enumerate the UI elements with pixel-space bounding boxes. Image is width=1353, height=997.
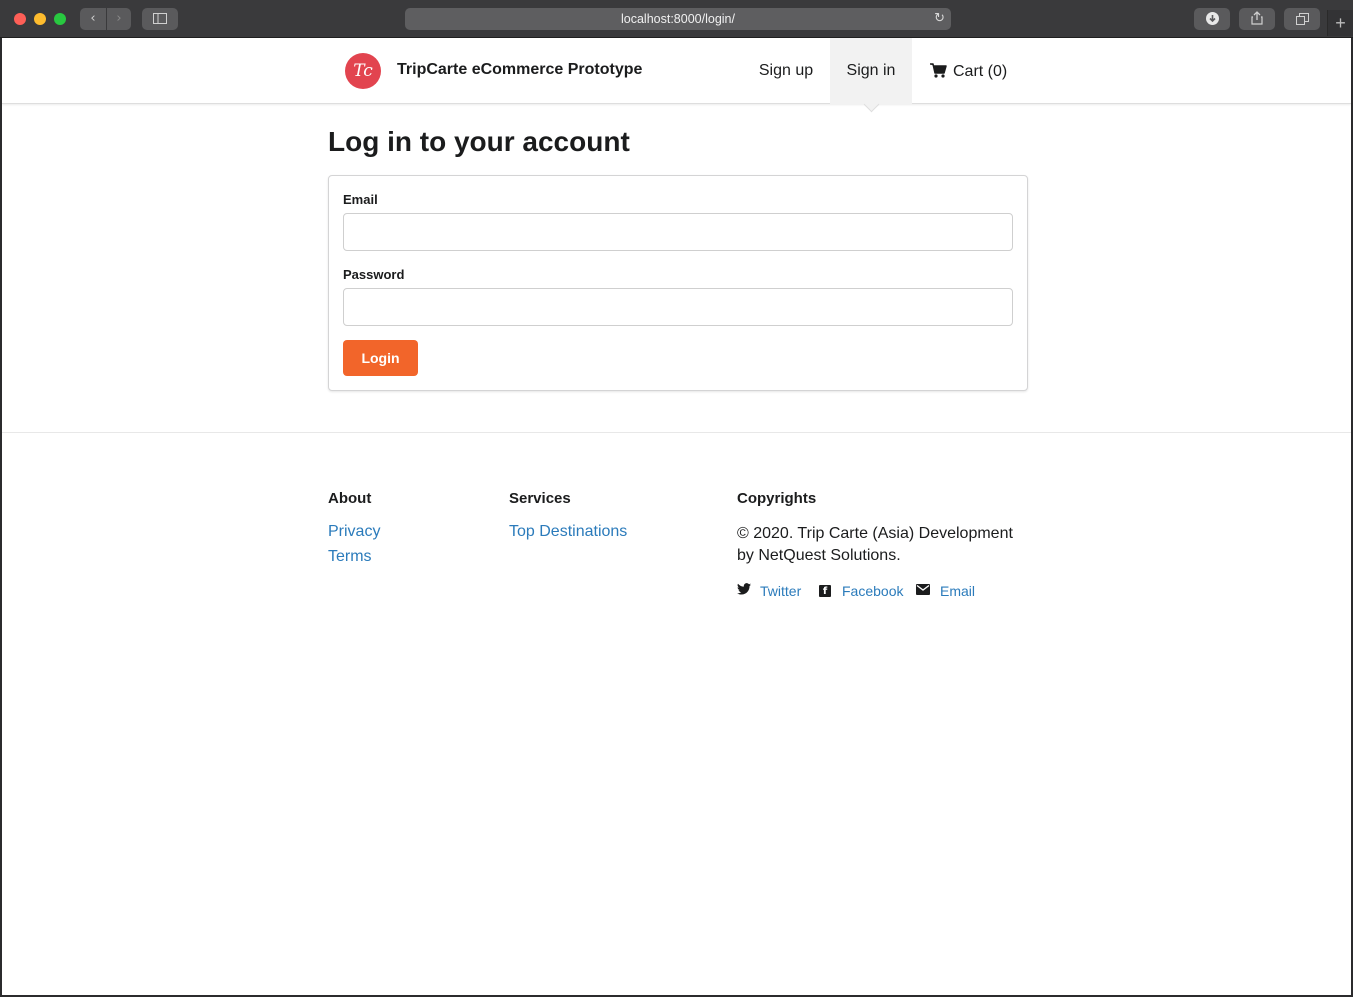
top-navbar: Tc TripCarte eCommerce Prototype Sign up…: [2, 38, 1351, 104]
tab-overview-button[interactable]: [1284, 8, 1320, 30]
footer: About Privacy Terms Services Top Destina…: [2, 432, 1351, 995]
sidebar-icon: [153, 13, 167, 24]
brand-logo[interactable]: Tc: [345, 53, 381, 89]
footer-terms-link[interactable]: Terms: [328, 548, 372, 566]
new-tab-button[interactable]: +: [1327, 10, 1353, 36]
email-field[interactable]: [343, 213, 1013, 251]
share-button[interactable]: [1239, 8, 1275, 30]
email-label: Email: [343, 192, 378, 207]
footer-services-heading: Services: [509, 490, 571, 507]
copyright-text: © 2020. Trip Carte (Asia) Development by…: [737, 525, 1013, 564]
page-viewport: Tc TripCarte eCommerce Prototype Sign up…: [2, 38, 1351, 995]
reload-icon[interactable]: ↻: [934, 8, 945, 30]
chevron-left-icon: ‹: [90, 11, 96, 26]
forward-button[interactable]: ›: [107, 8, 131, 30]
login-form: Email Password Login: [328, 175, 1028, 391]
page-title: Log in to your account: [328, 126, 630, 157]
login-button[interactable]: Login: [343, 340, 418, 376]
downloads-button[interactable]: [1194, 8, 1230, 30]
facebook-icon: f: [819, 585, 831, 597]
footer-top-destinations-link[interactable]: Top Destinations: [509, 523, 627, 541]
password-label: Password: [343, 267, 405, 282]
plus-icon: +: [1335, 13, 1346, 33]
twitter-link[interactable]: Twitter: [760, 583, 801, 599]
address-bar[interactable]: localhost:8000/login/ ↻: [405, 8, 951, 30]
cart-icon: [930, 38, 947, 104]
nav-signin-link[interactable]: Sign in: [830, 38, 912, 104]
minimize-window-button[interactable]: [34, 13, 46, 25]
chevron-right-icon: ›: [116, 11, 122, 26]
email-link[interactable]: Email: [940, 583, 975, 599]
facebook-link[interactable]: Facebook: [842, 583, 903, 599]
zoom-window-button[interactable]: [54, 13, 66, 25]
url-text: localhost:8000/login/: [621, 12, 735, 26]
share-icon: [1251, 11, 1263, 25]
sidebar-toggle-button[interactable]: [142, 8, 178, 30]
logo-text: Tc: [353, 61, 373, 81]
nav-cart-link[interactable]: Cart (0): [930, 38, 1020, 104]
password-field[interactable]: [343, 288, 1013, 326]
footer-copyrights-heading: Copyrights: [737, 490, 817, 507]
browser-toolbar: ‹ › localhost:8000/login/ ↻ +: [0, 0, 1353, 38]
envelope-icon: [916, 583, 930, 598]
brand-name[interactable]: TripCarte eCommerce Prototype: [397, 61, 642, 79]
footer-privacy-link[interactable]: Privacy: [328, 523, 380, 541]
cart-label: Cart (0): [953, 63, 1008, 80]
footer-about-heading: About: [328, 490, 372, 507]
nav-signup-link[interactable]: Sign up: [741, 38, 831, 104]
tabs-icon: [1295, 13, 1309, 25]
close-window-button[interactable]: [14, 13, 26, 25]
download-icon: [1205, 12, 1219, 25]
back-button[interactable]: ‹: [80, 8, 106, 30]
twitter-icon: [737, 583, 751, 598]
